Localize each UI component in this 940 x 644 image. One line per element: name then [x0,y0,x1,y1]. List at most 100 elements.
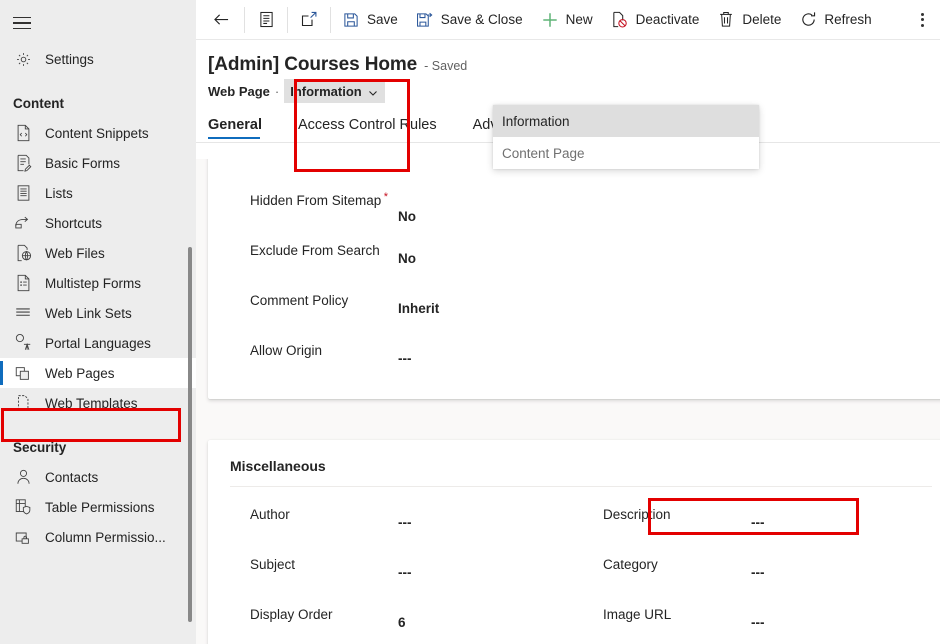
tab-label: General [208,117,262,133]
list-icon [12,183,34,203]
trash-icon [717,11,735,29]
field-hidden-from-sitemap[interactable]: Hidden From Sitemap * No [208,189,940,239]
delete-label: Delete [742,12,781,27]
save-and-close-label: Save & Close [441,12,523,27]
language-icon [12,333,34,353]
code-file-icon [12,123,34,143]
refresh-label: Refresh [824,12,871,27]
tab-label: Access Control Rules [298,117,437,133]
save-close-icon [416,11,434,29]
page-header: [Admin] Courses Home - Saved Web Page · … [196,40,940,103]
form-option-information[interactable]: Information [493,105,759,137]
back-button[interactable] [200,4,242,36]
sidebar: Settings Content Content Snippets [0,0,196,644]
sidebar-item-label: Multistep Forms [45,276,141,291]
form-option-content-page[interactable]: Content Page [493,137,759,169]
sidebar-item-shortcuts[interactable]: Shortcuts [0,208,196,238]
popout-button[interactable] [290,4,328,36]
sidebar-item-label: Table Permissions [45,500,155,515]
sidebar-item-label: Column Permissio... [45,530,166,545]
new-button[interactable]: New [532,4,602,36]
sidebar-item-basic-forms[interactable]: Basic Forms [0,148,196,178]
sidebar-item-contacts[interactable]: Contacts [0,462,196,492]
save-icon [342,11,360,29]
sidebar-item-web-pages[interactable]: Web Pages [0,358,196,388]
template-icon [12,393,34,413]
sidebar-item-web-templates[interactable]: Web Templates [0,388,196,418]
sidebar-item-column-permissions[interactable]: Column Permissio... [0,522,196,552]
field-value: --- [751,553,940,580]
sidebar-group-security: Security [0,432,196,462]
save-label: Save [367,12,398,27]
field-exclude-from-search[interactable]: Exclude From Search No [208,239,940,289]
sidebar-item-content-snippets[interactable]: Content Snippets [0,118,196,148]
field-value: --- [751,603,940,630]
refresh-icon [799,11,817,29]
field-display-order[interactable]: Display Order 6 [208,603,579,644]
popout-icon [300,11,318,29]
right-column: Description --- Category --- Image URL -… [579,503,940,644]
field-label: Hidden From Sitemap * [250,189,398,209]
field-author[interactable]: Author --- [208,503,579,553]
sidebar-group-content: Content [0,88,196,118]
tab-general[interactable]: General [208,117,277,142]
field-value: --- [751,503,940,530]
field-comment-policy[interactable]: Comment Policy Inherit [208,289,940,339]
field-label: Allow Origin [250,339,398,359]
miscellaneous-section-card: Miscellaneous Author --- Subject --- [208,440,940,644]
sidebar-item-table-permissions[interactable]: Table Permissions [0,492,196,522]
sidebar-item-label: Web Link Sets [45,306,132,321]
deactivate-button[interactable]: Deactivate [602,4,709,36]
field-value: No [398,189,940,224]
field-subject[interactable]: Subject --- [208,553,579,603]
field-image-url[interactable]: Image URL --- [579,603,940,644]
sidebar-item-label: Web Pages [45,366,115,381]
sidebar-item-web-link-sets[interactable]: Web Link Sets [0,298,196,328]
sidebar-item-label: Web Templates [45,396,138,411]
save-and-close-button[interactable]: Save & Close [407,4,532,36]
sidebar-item-label: Web Files [45,246,105,261]
chevron-down-icon [368,86,378,96]
sidebar-item-portal-languages[interactable]: Portal Languages [0,328,196,358]
sidebar-item-lists[interactable]: Lists [0,178,196,208]
sidebar-item-label: Shortcuts [45,216,102,231]
more-vertical-icon[interactable] [917,7,928,33]
sidebar-item-multistep-forms[interactable]: Multistep Forms [0,268,196,298]
deactivate-label: Deactivate [636,12,700,27]
subtitle-row: Web Page · Information [208,79,940,103]
required-asterisk: * [384,189,388,206]
field-label: Comment Policy [250,289,398,309]
field-label-text: Hidden From Sitemap [250,193,381,208]
lines-icon [12,303,34,323]
entity-name: Web Page [208,84,270,99]
refresh-button[interactable]: Refresh [790,4,880,36]
field-label: Description [603,503,751,523]
tab-access-control-rules[interactable]: Access Control Rules [295,117,452,142]
app-root: Settings Content Content Snippets [0,0,940,644]
separator-dot: · [275,84,279,99]
field-value: --- [398,339,940,366]
toolbar-divider [330,7,331,33]
form-edit-icon [12,153,34,173]
field-allow-origin[interactable]: Allow Origin --- [208,339,940,389]
delete-button[interactable]: Delete [708,4,790,36]
gear-icon [12,49,34,69]
field-label: Display Order [250,603,398,623]
sidebar-item-label: Settings [45,52,94,67]
field-category[interactable]: Category --- [579,553,940,603]
section-title: Miscellaneous [208,440,940,474]
left-column: Author --- Subject --- Display Order 6 [208,503,579,644]
form-selector-dropdown[interactable]: Information [284,79,385,103]
save-button[interactable]: Save [333,4,407,36]
field-label: Exclude From Search [250,239,398,259]
globe-file-icon [12,243,34,263]
field-value: --- [398,553,579,580]
main-content: Save Save & Close New [196,0,940,644]
sidebar-item-web-files[interactable]: Web Files [0,238,196,268]
form-layout-button[interactable] [247,4,285,36]
multistep-form-icon [12,273,34,293]
field-description[interactable]: Description --- [579,503,940,553]
hamburger-icon[interactable] [12,10,38,36]
sidebar-scrollbar-thumb[interactable] [188,247,192,622]
sidebar-item-settings[interactable]: Settings [0,44,196,74]
